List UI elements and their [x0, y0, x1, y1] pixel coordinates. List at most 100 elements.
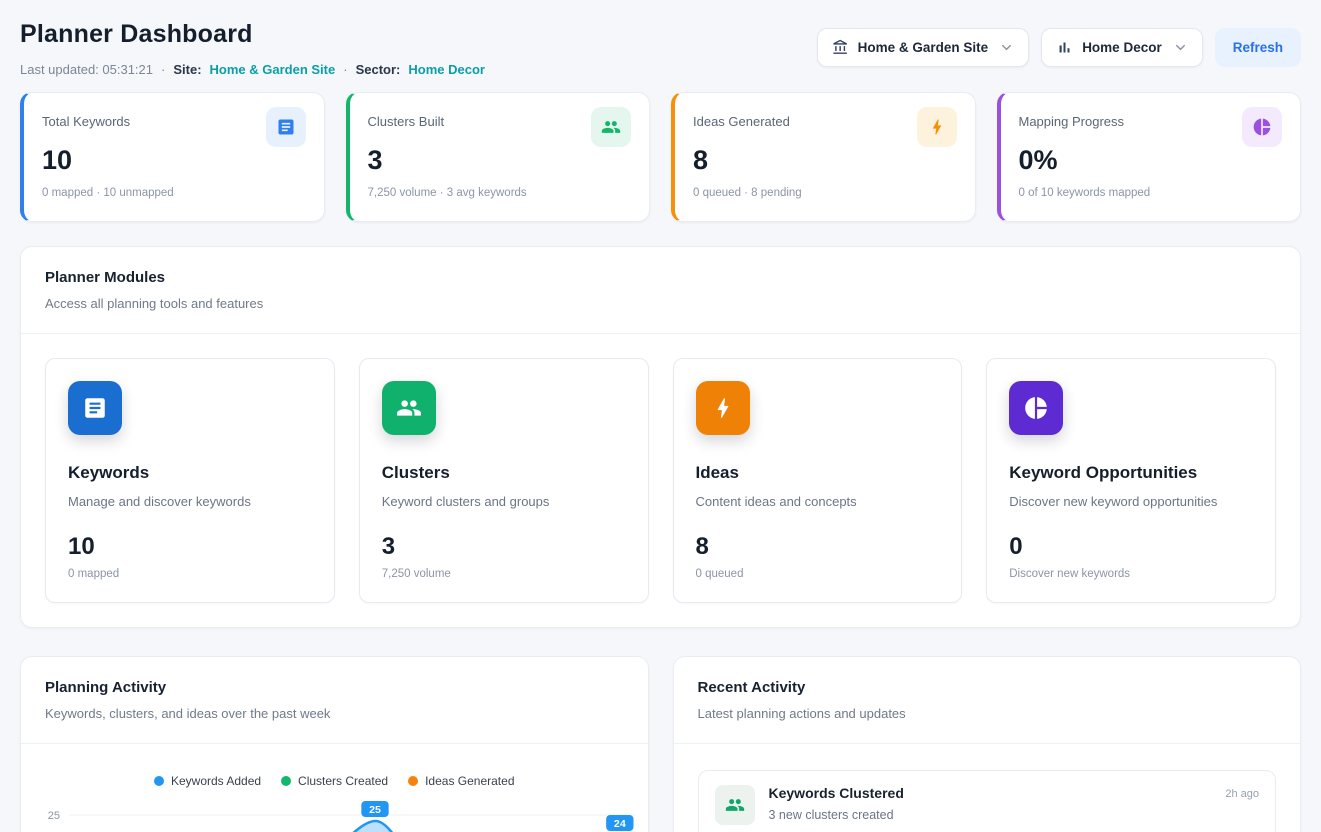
site-selector-value: Home & Garden Site — [858, 40, 989, 55]
module-value: 0 — [1009, 533, 1253, 561]
stat-value: 10 — [42, 145, 306, 176]
users-icon — [591, 107, 631, 147]
stat-card-total-keywords: Total Keywords 10 0 mapped · 10 unmapped — [20, 92, 325, 222]
legend-dot — [154, 776, 164, 786]
recent-activity-card: Recent Activity Latest planning actions … — [673, 656, 1302, 832]
activity-timestamp: 2h ago — [1225, 785, 1259, 800]
document-icon — [68, 381, 122, 435]
module-title: Ideas — [696, 463, 940, 483]
module-title: Keywords — [68, 463, 312, 483]
module-value: 8 — [696, 533, 940, 561]
stat-label: Mapping Progress — [1019, 107, 1125, 129]
site-selector-dropdown[interactable]: Home & Garden Site — [817, 28, 1030, 67]
sector-link[interactable]: Home Decor — [408, 62, 485, 77]
module-description: Content ideas and concepts — [696, 494, 940, 509]
legend-item-ideas-generated[interactable]: Ideas Generated — [408, 774, 514, 788]
separator-dot: · — [161, 62, 165, 77]
legend-dot — [281, 776, 291, 786]
module-value: 3 — [382, 533, 626, 561]
legend-dot — [408, 776, 418, 786]
stat-card-mapping-progress: Mapping Progress 0% 0 of 10 keywords map… — [997, 92, 1302, 222]
page-title: Planner Dashboard — [20, 20, 485, 49]
planner-dashboard-page: Planner Dashboard Last updated: 05:31:21… — [0, 0, 1321, 832]
legend-item-clusters-created[interactable]: Clusters Created — [281, 774, 388, 788]
lightning-icon — [696, 381, 750, 435]
module-detail: 0 mapped — [68, 568, 312, 580]
activity-list-item: Keywords Clustered 3 new clusters create… — [698, 770, 1277, 832]
stat-detail: 0 queued · 8 pending — [693, 187, 957, 199]
stat-detail: 7,250 volume · 3 avg keywords — [368, 187, 632, 199]
module-card-keywords[interactable]: Keywords Manage and discover keywords 10… — [45, 358, 335, 603]
module-value: 10 — [68, 533, 312, 561]
header-left: Planner Dashboard Last updated: 05:31:21… — [20, 20, 485, 77]
bottom-section: Planning Activity Keywords, clusters, an… — [20, 656, 1301, 832]
module-card-keyword-opportunities[interactable]: Keyword Opportunities Discover new keywo… — [986, 358, 1276, 603]
module-title: Clusters — [382, 463, 626, 483]
legend-label: Keywords Added — [171, 774, 261, 788]
stat-card-clusters-built: Clusters Built 3 7,250 volume · 3 avg ke… — [346, 92, 651, 222]
data-point-badge: 25 — [361, 801, 388, 817]
sector-label: Sector: — [356, 62, 401, 77]
y-axis-tick: 25 — [37, 810, 69, 832]
chevron-down-icon — [1173, 40, 1188, 55]
modules-grid: Keywords Manage and discover keywords 10… — [21, 334, 1300, 627]
module-detail: Discover new keywords — [1009, 568, 1253, 580]
topbar: Planner Dashboard Last updated: 05:31:21… — [20, 0, 1301, 77]
chevron-down-icon — [999, 40, 1014, 55]
chart-legend: Keywords Added Clusters Created Ideas Ge… — [21, 774, 648, 788]
legend-label: Clusters Created — [298, 774, 388, 788]
data-point-badge: 24 — [606, 815, 633, 831]
module-title: Keyword Opportunities — [1009, 463, 1253, 483]
page-subline: Last updated: 05:31:21 · Site: Home & Ga… — [20, 62, 485, 77]
stat-label: Total Keywords — [42, 107, 130, 129]
planner-modules-header: Planner Modules Access all planning tool… — [21, 247, 1300, 334]
users-icon — [715, 785, 755, 825]
stat-value: 8 — [693, 145, 957, 176]
module-detail: 7,250 volume — [382, 568, 626, 580]
sector-selector-value: Home Decor — [1082, 40, 1162, 55]
module-description: Keyword clusters and groups — [382, 494, 626, 509]
users-icon — [382, 381, 436, 435]
panel-subtitle: Latest planning actions and updates — [698, 706, 1277, 721]
planner-modules-panel: Planner Modules Access all planning tool… — [20, 246, 1301, 628]
planning-activity-card: Planning Activity Keywords, clusters, an… — [20, 656, 649, 832]
site-label: Site: — [173, 62, 201, 77]
separator-dot: · — [343, 62, 347, 77]
module-description: Manage and discover keywords — [68, 494, 312, 509]
stats-row: Total Keywords 10 0 mapped · 10 unmapped… — [20, 92, 1301, 222]
refresh-button[interactable]: Refresh — [1215, 28, 1301, 67]
planning-activity-header: Planning Activity Keywords, clusters, an… — [21, 657, 648, 744]
module-detail: 0 queued — [696, 568, 940, 580]
panel-subtitle: Access all planning tools and features — [45, 296, 1276, 311]
activity-description: 3 new clusters created — [769, 808, 904, 822]
legend-label: Ideas Generated — [425, 774, 514, 788]
stat-detail: 0 mapped · 10 unmapped — [42, 187, 306, 199]
panel-title: Planning Activity — [45, 679, 624, 696]
legend-item-keywords-added[interactable]: Keywords Added — [154, 774, 261, 788]
planning-activity-chart: 25 25 24 — [21, 800, 648, 832]
recent-activity-header: Recent Activity Latest planning actions … — [674, 657, 1301, 744]
line-chart: 25 24 — [69, 800, 636, 832]
stat-detail: 0 of 10 keywords mapped — [1019, 187, 1283, 199]
stat-label: Ideas Generated — [693, 107, 790, 129]
last-updated-text: Last updated: 05:31:21 — [20, 62, 153, 77]
svg-text:24: 24 — [614, 818, 626, 830]
building-icon — [832, 39, 849, 56]
activity-text: Keywords Clustered 3 new clusters create… — [769, 785, 904, 822]
module-description: Discover new keyword opportunities — [1009, 494, 1253, 509]
site-link[interactable]: Home & Garden Site — [210, 62, 336, 77]
module-card-ideas[interactable]: Ideas Content ideas and concepts 8 0 que… — [673, 358, 963, 603]
header-controls: Home & Garden Site Home Decor Refresh — [817, 20, 1301, 67]
panel-title: Planner Modules — [45, 269, 1276, 286]
stat-value: 0% — [1019, 145, 1283, 176]
activity-title: Keywords Clustered — [769, 785, 904, 801]
panel-subtitle: Keywords, clusters, and ideas over the p… — [45, 706, 624, 721]
module-card-clusters[interactable]: Clusters Keyword clusters and groups 3 7… — [359, 358, 649, 603]
panel-title: Recent Activity — [698, 679, 1277, 696]
stat-card-ideas-generated: Ideas Generated 8 0 queued · 8 pending — [671, 92, 976, 222]
lightning-icon — [917, 107, 957, 147]
sector-selector-dropdown[interactable]: Home Decor — [1041, 28, 1203, 67]
svg-text:25: 25 — [369, 804, 381, 816]
pie-chart-icon — [1242, 107, 1282, 147]
bar-chart-icon — [1056, 39, 1073, 56]
